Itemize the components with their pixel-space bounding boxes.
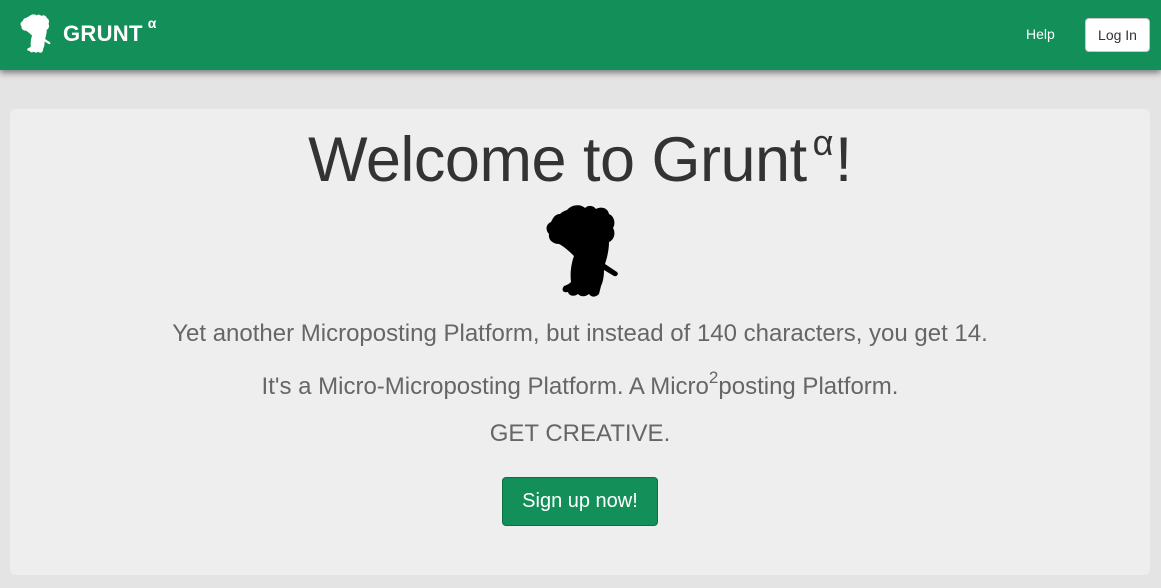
- sign-up-button[interactable]: Sign up now!: [502, 477, 658, 526]
- page-title: Welcome to Grunt α!: [10, 122, 1150, 199]
- title-text: Welcome to Grunt: [308, 125, 807, 195]
- elephant-logo-icon: [20, 14, 51, 53]
- tagline-superscript: 2: [708, 368, 719, 387]
- brand-name: GRUNT: [63, 21, 143, 46]
- top-navbar: GRUNT α Help Log In: [0, 0, 1161, 70]
- title-alpha-superscript: α: [812, 122, 834, 163]
- tagline-line-2-suffix: posting Platform.: [718, 373, 899, 400]
- brand-alpha-superscript: α: [147, 15, 157, 31]
- elephant-mascot-icon: [546, 205, 618, 297]
- tagline-line-2: It's a Micro-Microposting Platform. A Mi…: [10, 368, 1150, 401]
- brand-home-link[interactable]: GRUNT α: [14, 12, 156, 56]
- title-exclamation: !: [834, 125, 853, 195]
- tagline-line-2-text: It's a Micro-Microposting Platform. A Mi…: [261, 373, 709, 400]
- login-button[interactable]: Log In: [1085, 18, 1150, 52]
- help-link[interactable]: Help: [1026, 26, 1055, 42]
- tagline-line-1: Yet another Microposting Platform, but i…: [172, 320, 988, 347]
- tagline-line-3: GET CREATIVE.: [489, 420, 671, 447]
- welcome-panel: Welcome to Grunt α! Yet another Micropost…: [10, 109, 1150, 575]
